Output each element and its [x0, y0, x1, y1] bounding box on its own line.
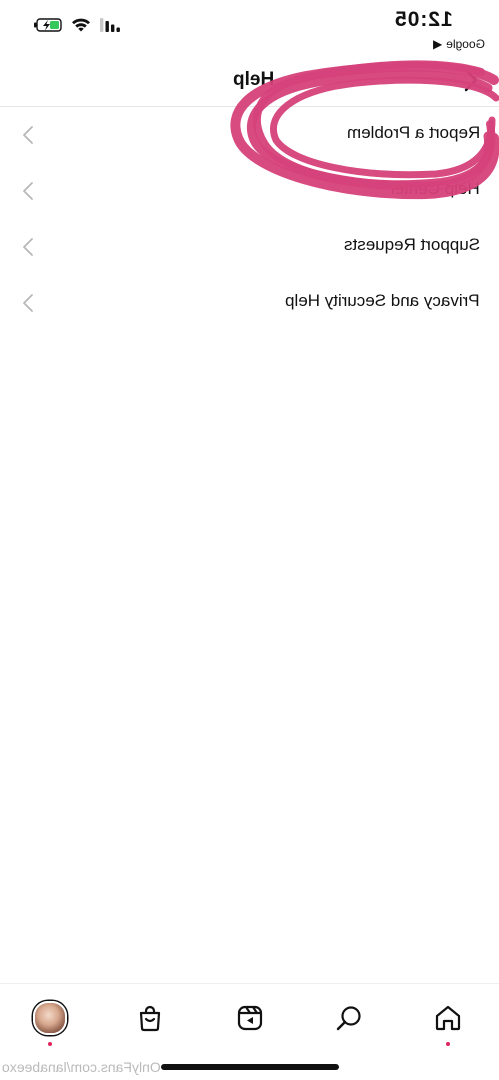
menu-item-report-a-problem[interactable]: Report a Problem	[0, 107, 499, 163]
system-icons	[34, 17, 120, 32]
menu-item-label: Help Center	[389, 179, 480, 198]
tab-search[interactable]	[327, 996, 371, 1040]
chevron-left-icon[interactable]	[457, 66, 485, 94]
chevron-right-icon	[23, 238, 33, 256]
status-bar: 12:05 Google ◀	[0, 0, 499, 56]
chevron-right-icon	[23, 126, 33, 144]
wifi-icon	[72, 18, 90, 32]
menu-item-privacy-and-security-help[interactable]: Privacy and Security Help	[0, 275, 499, 331]
tab-home[interactable]	[426, 996, 470, 1046]
tab-reels[interactable]	[228, 996, 272, 1040]
page-header: Help	[0, 56, 499, 107]
tab-profile[interactable]	[28, 996, 72, 1046]
menu-item-label: Report a Problem	[346, 123, 480, 142]
home-indicator[interactable]	[161, 1064, 339, 1070]
menu-item-help-center[interactable]: Help Center	[0, 163, 499, 219]
bottom-tab-bar	[0, 983, 499, 1056]
menu-item-label: Support Requests	[343, 235, 480, 254]
tab-shop[interactable]	[128, 996, 172, 1040]
menu-item-support-requests[interactable]: Support Requests	[0, 219, 499, 275]
help-menu: Report a Problem Help Center Support Req…	[0, 107, 499, 331]
notification-dot	[446, 1042, 450, 1046]
shop-icon	[139, 1005, 161, 1032]
reels-icon	[237, 1005, 263, 1031]
help-screen: 12:05 Google ◀ Help Report a Problem Hel…	[0, 0, 499, 1080]
home-icon	[435, 1005, 461, 1031]
back-to-app-label: Google	[446, 37, 485, 51]
chevron-right-icon	[23, 294, 33, 312]
notification-dot	[48, 1042, 52, 1046]
watermark-text: OnlyFans.com/lanabeexo	[2, 1059, 161, 1075]
profile-avatar	[33, 1001, 67, 1035]
menu-item-label: Privacy and Security Help	[285, 291, 480, 310]
back-to-app-link[interactable]: Google ◀	[433, 37, 485, 51]
battery-charging-icon	[34, 17, 62, 32]
page-title: Help	[232, 69, 274, 90]
cellular-signal-icon	[100, 17, 120, 32]
chevron-right-icon	[23, 182, 33, 200]
back-to-app-arrow: ◀	[433, 37, 443, 51]
search-icon	[336, 1006, 361, 1031]
status-time: 12:05	[394, 8, 453, 31]
